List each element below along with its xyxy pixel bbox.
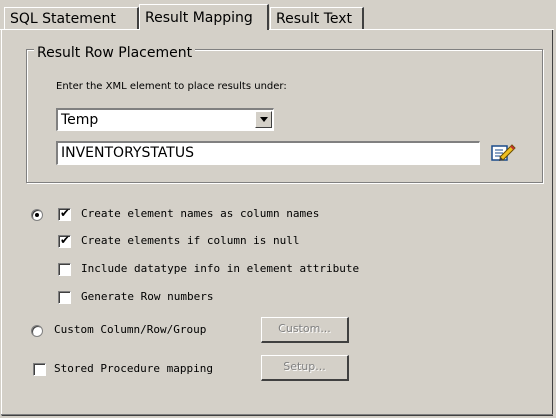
stored-proc-checkbox[interactable] xyxy=(33,363,46,376)
bottom-border xyxy=(1,414,553,415)
custom-group-label: Custom Column/Row/Group xyxy=(54,323,207,336)
tab-result-text-label: Result Text xyxy=(276,11,353,27)
custom-button[interactable]: Custom... xyxy=(261,317,349,343)
stored-proc-label: Stored Procedure mapping xyxy=(54,362,213,375)
generate-rows-label: Generate Row numbers xyxy=(81,290,214,303)
create-names-label: Create element names as column names xyxy=(81,207,320,220)
radio-column-names[interactable] xyxy=(31,209,43,221)
create-if-null-label: Create elements if column is null xyxy=(81,234,300,247)
include-datatype-checkbox[interactable] xyxy=(58,263,71,276)
chevron-down-icon[interactable] xyxy=(255,111,272,128)
xml-element-combo[interactable]: Temp xyxy=(56,108,274,131)
tab-sql-statement-label: SQL Statement xyxy=(10,11,116,27)
element-name-input[interactable]: INVENTORYSTATUS xyxy=(56,141,480,165)
generate-rows-checkbox[interactable] xyxy=(58,291,71,304)
radio-custom-group[interactable] xyxy=(31,325,43,337)
tab-result-mapping[interactable]: Result Mapping xyxy=(139,4,269,30)
create-if-null-checkbox[interactable] xyxy=(58,233,71,248)
include-datatype-label: Include datatype info in element attribu… xyxy=(81,262,360,275)
edit-pencil-icon[interactable] xyxy=(491,142,517,164)
create-names-checkbox[interactable] xyxy=(58,206,71,221)
group-legend: Result Row Placement xyxy=(34,44,196,62)
setup-button[interactable]: Setup... xyxy=(261,355,349,381)
tab-sql-statement[interactable]: SQL Statement xyxy=(4,7,139,29)
tab-result-mapping-label: Result Mapping xyxy=(145,10,253,26)
instruction-label: Enter the XML element to place results u… xyxy=(56,81,287,92)
combo-value: Temp xyxy=(61,112,99,128)
tab-result-text[interactable]: Result Text xyxy=(270,7,364,29)
